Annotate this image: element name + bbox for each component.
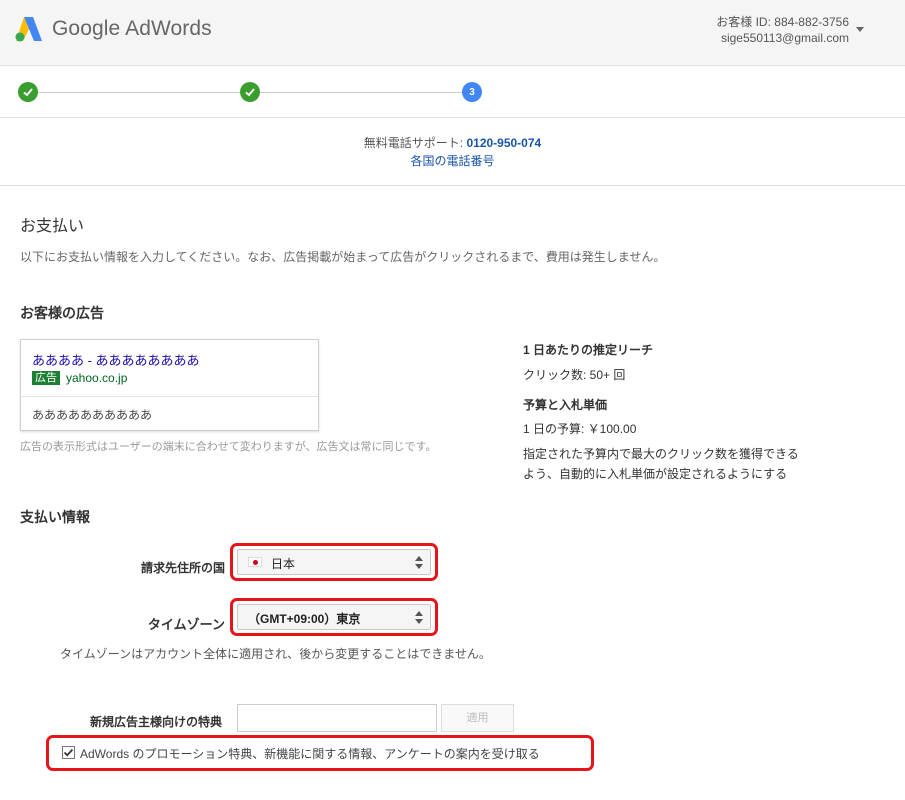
promo-code-label: 新規広告主様向けの特典 [89, 715, 222, 729]
checkmark-icon [63, 748, 74, 757]
billing-section-title: 支払い情報 [20, 509, 90, 525]
adwords-logo-icon [15, 17, 42, 42]
adwords-logo[interactable]: Google AdWords [14, 14, 212, 44]
ad-badge: 広告 [32, 371, 60, 385]
payment-description: 以下にお支払い情報を入力してください。なお、広告掲載が始まって広告がクリックされ… [20, 250, 666, 264]
estimated-clicks: クリック数: 50+ 回 [523, 368, 626, 382]
ad-format-note: 広告の表示形式はユーザーの端末に合わせて変わりますが、広告文は常に同じです。 [20, 441, 437, 453]
timezone-select[interactable]: （GMT+09:00）東京 [237, 604, 431, 630]
auto-bid-note-line2: よう、自動的に入札単価が設定されるようにする [523, 467, 788, 481]
step-1-complete-icon [18, 82, 38, 102]
timezone-value: （GMT+09:00）東京 [248, 612, 361, 626]
ad-display-url: yahoo.co.jp [66, 371, 128, 385]
timezone-note: タイムゾーンはアカウント全体に適用され、後から変更することはできません。 [60, 647, 491, 661]
timezone-label: タイムゾーン [147, 617, 225, 632]
country-label: 請求先住所の国 [140, 561, 225, 575]
account-email: sige550113@gmail.com [720, 31, 849, 45]
page-title: お支払い [20, 218, 85, 235]
divider [21, 396, 318, 397]
account-dropdown-icon[interactable] [856, 27, 864, 32]
ad-description: ああああああああああ [32, 408, 153, 422]
apply-button[interactable]: 適用 [441, 704, 514, 732]
account-info[interactable]: お客様 ID: 884-882-3756 sige550113@gmail.co… [716, 14, 849, 46]
support-phone-number[interactable]: 0120-950-074 [466, 136, 541, 150]
daily-budget: 1 日の予算: ￥100.00 [523, 422, 637, 436]
customer-id: お客様 ID: 884-882-3756 [716, 15, 849, 29]
budget-title: 予算と入札単価 [523, 398, 608, 412]
country-select[interactable]: 日本 [237, 549, 431, 575]
country-value: 日本 [271, 557, 296, 571]
step-connector [260, 92, 462, 93]
support-label: 無料電話サポート: [363, 136, 467, 150]
promo-code-input[interactable] [237, 704, 437, 732]
logo-text: Google AdWords [52, 17, 212, 40]
japan-flag-icon [248, 557, 262, 567]
auto-bid-note-line1: 指定された予算内で最大のクリック数を獲得できる [523, 447, 799, 461]
step-connector [38, 92, 240, 93]
setup-stepper: 3 [0, 66, 905, 118]
country-phone-numbers-link[interactable]: 各国の電話番号 [0, 152, 905, 169]
ad-section-title: お客様の広告 [20, 305, 104, 321]
ad-preview-card: ああああ - ああああああああ 広告 yahoo.co.jp あああああああああ… [20, 339, 319, 431]
opt-in-label[interactable]: AdWords のプロモーション特典、新機能に関する情報、アンケートの案内を受け… [80, 745, 540, 762]
ad-headline: ああああ - ああああああああ [32, 353, 200, 368]
step-2-complete-icon [240, 82, 260, 102]
step-3-current: 3 [462, 82, 482, 102]
phone-support: 無料電話サポート: 0120-950-074 各国の電話番号 [0, 118, 905, 186]
reach-title: 1 日あたりの推定リーチ [523, 343, 654, 357]
header: Google AdWords お客様 ID: 884-882-3756 sige… [0, 0, 905, 66]
select-arrows-icon [415, 556, 423, 569]
select-arrows-icon [415, 611, 423, 624]
opt-in-checkbox[interactable] [62, 746, 75, 759]
